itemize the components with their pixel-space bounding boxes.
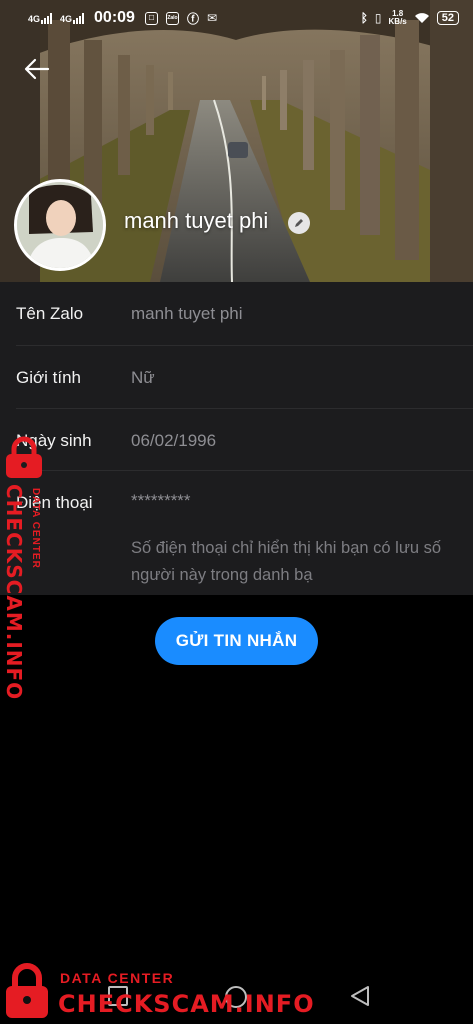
zalo-notification-icon: Zalo [165,11,179,25]
info-row-birthday: Ngày sinh 06/02/1996 [16,409,473,471]
back-arrow-icon [24,58,50,80]
info-value: manh tuyet phi [131,304,243,323]
clock: 00:09 [94,9,135,26]
cell-signal-1: 4G [28,12,53,24]
cell-signal-2: 4G [60,12,85,24]
vibrate-icon: ▯ [374,11,382,25]
info-label: Giới tính [16,368,82,387]
info-label: Tên Zalo [16,304,84,323]
battery-icon: 52 [436,11,459,25]
signal-2-label: 4G [60,13,73,24]
notification-app-icon: ☐ [144,11,158,25]
mail-icon: ✉ [206,11,218,25]
signal-bars-icon [73,12,85,24]
lock-icon [6,436,42,478]
watermark-bottom: DATA CENTER CHECKSCAM.INFO [4,962,314,1022]
back-button[interactable] [22,54,52,84]
watermark-small-text: DATA CENTER [30,488,41,569]
nav-back-icon[interactable] [348,984,372,1008]
info-card: Tên Zalo manh tuyet phi Giới tính Nữ Ngà… [0,282,473,595]
profile-name: manh tuyet phi [124,208,269,233]
net-speed-unit: KB/s [388,17,407,26]
signal-1-label: 4G [28,13,41,24]
watermark-small-text: DATA CENTER [60,970,175,986]
watermark-big-text: CHECKSCAM.INFO [2,484,26,701]
phone-visibility-note: Số điện thoại chỉ hiển thị khi bạn có lư… [131,539,442,584]
bluetooth-icon: ᛒ [360,11,368,25]
send-message-button[interactable]: GỬI TIN NHẮN [155,617,318,665]
info-value: 06/02/1996 [131,431,217,450]
watermark-side: CHECKSCAM.INFO DATA CENTER [0,436,52,700]
signal-bars-icon [41,12,53,24]
facebook-icon: ⓕ [186,11,199,26]
info-row-zalo-name: Tên Zalo manh tuyet phi [16,282,473,346]
info-row-gender: Giới tính Nữ [16,346,473,409]
status-bar: 4G 4G 00:09 ☐ Zalo ⓕ ✉ ᛒ ▯ 1.8 KB/s 52 [0,0,473,36]
avatar[interactable] [14,179,106,271]
lock-icon [6,963,48,1018]
edit-name-button[interactable] [288,212,310,234]
info-value: ********* [131,491,191,510]
watermark-big-text: CHECKSCAM.INFO [58,990,315,1018]
info-value: Nữ [131,368,155,387]
net-speed: 1.8 KB/s [389,10,407,26]
edit-pencil-icon [295,219,303,227]
wifi-icon [414,13,429,23]
avatar-image [17,182,103,268]
